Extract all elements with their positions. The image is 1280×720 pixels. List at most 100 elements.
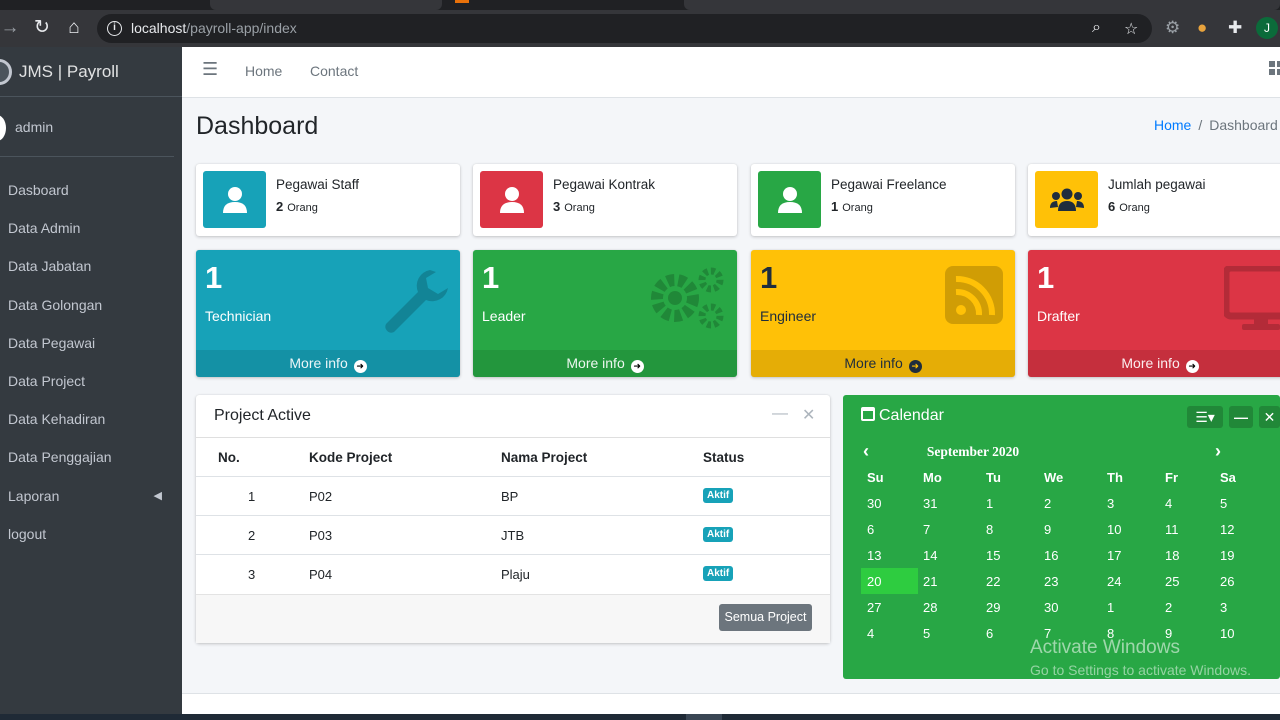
home-icon[interactable]: ⌂ [64, 18, 84, 38]
sidebar-item-laporan[interactable]: Laporan ◀ [0, 477, 182, 515]
calendar-day[interactable]: 17 [1107, 548, 1121, 563]
column-header: Kode Project [309, 450, 393, 465]
calendar-day[interactable]: 9 [1044, 522, 1051, 537]
calendar-day[interactable]: 18 [1165, 548, 1179, 563]
users-icon [1035, 171, 1098, 228]
sidebar-item-data-pegawai[interactable]: Data Pegawai [0, 324, 182, 362]
calendar-day[interactable]: 28 [923, 600, 937, 615]
browser-tab[interactable] [210, 0, 442, 10]
calendar-day[interactable]: 26 [1220, 574, 1234, 589]
calendar-day[interactable]: 3 [1107, 496, 1114, 511]
calendar-day[interactable]: 22 [986, 574, 1000, 589]
prev-month-icon[interactable]: ‹ [863, 441, 869, 462]
user-icon [758, 171, 821, 228]
calendar-day[interactable]: 8 [986, 522, 993, 537]
arrow-circle-right-icon: ➜ [908, 360, 922, 373]
user-panel[interactable]: admin [0, 107, 174, 157]
windows-watermark-subtitle: Go to Settings to activate Windows. [1030, 662, 1251, 678]
more-info-link[interactable]: More info ➜ [473, 350, 737, 377]
rss-icon [945, 266, 1003, 324]
url-text[interactable]: localhost/payroll-app/index [131, 20, 297, 36]
semua-project-button[interactable]: Semua Project [719, 604, 812, 631]
calendar-day[interactable]: 19 [1220, 548, 1234, 563]
calendar-day[interactable]: 2 [1165, 600, 1172, 615]
calendar-day[interactable]: 5 [1220, 496, 1227, 511]
calendar-day[interactable]: 4 [1165, 496, 1172, 511]
puzzle-icon[interactable]: ✚ [1228, 18, 1242, 38]
calendar-day[interactable]: 30 [1044, 600, 1058, 615]
address-bar[interactable]: i localhost/payroll-app/index ⌕ ☆ [97, 14, 1152, 43]
calendar-day[interactable]: 15 [986, 548, 1000, 563]
sidebar-item-data-jabatan[interactable]: Data Jabatan [0, 247, 182, 285]
calendar-day[interactable]: 23 [1044, 574, 1058, 589]
calendar-day[interactable]: 7 [923, 522, 930, 537]
calendar-day[interactable]: 6 [867, 522, 874, 537]
forward-icon[interactable]: → [0, 18, 20, 38]
calendar-day[interactable]: 1 [986, 496, 993, 511]
close-button[interactable]: ✕ [1259, 406, 1280, 428]
calendar-day[interactable]: 25 [1165, 574, 1179, 589]
browser-tab[interactable] [684, 0, 1280, 10]
calendar-day[interactable]: 30 [867, 496, 881, 511]
card-header: Project Active — ✕ [196, 395, 830, 438]
user-name[interactable]: admin [15, 119, 53, 135]
extension-gear-icon[interactable]: ⚙ [1165, 18, 1180, 38]
info-icon[interactable]: i [107, 21, 122, 36]
calendar-menu-button[interactable]: ☰▾ [1187, 406, 1223, 428]
calendar-day[interactable]: 31 [923, 496, 937, 511]
calendar-day[interactable]: 27 [867, 600, 881, 615]
browser-tabstrip [0, 0, 1280, 10]
calendar-day[interactable]: 29 [986, 600, 1000, 615]
page-title: Dashboard [196, 112, 319, 140]
calendar-day[interactable]: 13 [867, 548, 881, 563]
user-icon [203, 171, 266, 228]
zoom-icon[interactable]: ⌕ [1092, 19, 1101, 37]
calendar-day[interactable]: 14 [923, 548, 937, 563]
minimize-icon[interactable]: — [772, 405, 788, 423]
cell-no: 2 [248, 528, 256, 543]
more-info-link[interactable]: More info ➜ [751, 350, 1015, 377]
sidebar-item-data-admin[interactable]: Data Admin [0, 209, 182, 247]
sidebar-menu: Dasboard Data Admin Data Jabatan Data Go… [0, 171, 182, 553]
star-icon[interactable]: ☆ [1124, 19, 1138, 39]
nav-home-link[interactable]: Home [245, 63, 282, 79]
calendar-day[interactable]: 21 [923, 574, 937, 589]
apps-grid-icon[interactable] [1269, 61, 1280, 75]
sidebar-item-data-project[interactable]: Data Project [0, 362, 182, 400]
brand-link[interactable]: JMS | Payroll [0, 47, 182, 97]
menu-toggle-icon[interactable]: ☰ [202, 59, 218, 80]
arrow-circle-right-icon: ➜ [1185, 360, 1199, 373]
more-info-link[interactable]: More info ➜ [196, 350, 460, 377]
small-box-number: 1 [482, 260, 500, 295]
calendar-day[interactable]: 1 [1107, 600, 1114, 615]
chevron-left-icon: ◀ [153, 489, 162, 502]
minimize-button[interactable]: — [1229, 406, 1253, 428]
calendar-day[interactable]: 3 [1220, 600, 1227, 615]
calendar-day[interactable]: 20 [867, 574, 881, 589]
cookie-icon[interactable]: ● [1197, 18, 1207, 38]
calendar-day[interactable]: 11 [1165, 522, 1179, 537]
profile-avatar[interactable]: J [1256, 17, 1278, 39]
sidebar-item-data-kehadiran[interactable]: Data Kehadiran [0, 400, 182, 438]
more-info-link[interactable]: More info ➜ [1028, 350, 1280, 377]
calendar-day[interactable]: 4 [867, 626, 874, 641]
calendar-day[interactable]: 2 [1044, 496, 1051, 511]
calendar-day[interactable]: 10 [1220, 626, 1234, 641]
reload-icon[interactable]: ↻ [32, 18, 52, 38]
sidebar-item-logout[interactable]: logout [0, 515, 182, 553]
sidebar-item-dasboard[interactable]: Dasboard [0, 171, 182, 209]
close-icon[interactable]: ✕ [802, 405, 815, 425]
calendar-day[interactable]: 10 [1107, 522, 1121, 537]
nav-contact-link[interactable]: Contact [310, 63, 358, 79]
next-month-icon[interactable]: › [1215, 441, 1221, 462]
calendar-day[interactable]: 16 [1044, 548, 1058, 563]
sidebar-item-data-golongan[interactable]: Data Golongan [0, 286, 182, 324]
breadcrumb-home[interactable]: Home [1154, 117, 1191, 133]
cell-nama: BP [501, 489, 519, 504]
calendar-day[interactable]: 24 [1107, 574, 1121, 589]
calendar-day[interactable]: 12 [1220, 522, 1234, 537]
calendar-day[interactable]: 6 [986, 626, 993, 641]
calendar-day[interactable]: 5 [923, 626, 930, 641]
sidebar-item-data-penggajian[interactable]: Data Penggajian [0, 438, 182, 476]
calendar-month[interactable]: September 2020 [923, 444, 1023, 460]
